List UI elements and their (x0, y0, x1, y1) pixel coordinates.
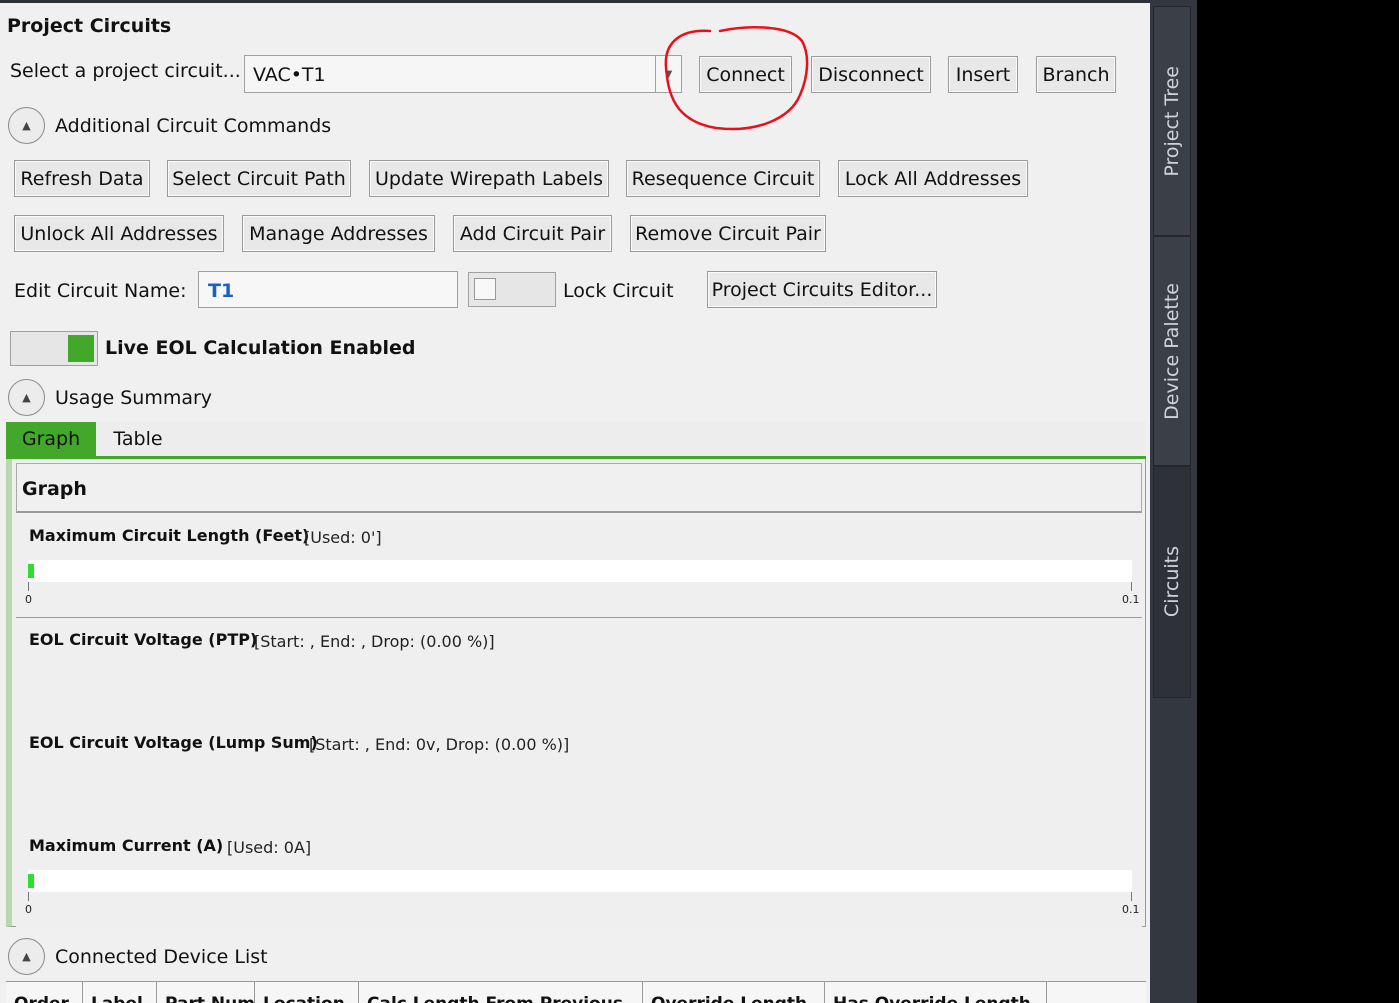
side-tab-project-tree[interactable]: Project Tree (1153, 6, 1191, 236)
side-tab-device-palette[interactable]: Device Palette (1153, 236, 1191, 466)
refresh-data-button[interactable]: Refresh Data (14, 160, 150, 197)
tab-table[interactable]: Table (106, 422, 170, 456)
column-header-has-override-length[interactable]: Has Override Length (825, 982, 1047, 1003)
disconnect-button[interactable]: Disconnect (811, 56, 931, 93)
usage-summary-label: Usage Summary (55, 387, 213, 409)
graph-panel: Graph Maximum Circuit Length (Feet) [Use… (6, 459, 1146, 928)
tick-max (1131, 582, 1132, 591)
manage-addresses-button[interactable]: Manage Addresses (242, 215, 435, 252)
tick-label-max: 0.1 (1122, 593, 1140, 606)
select-circuit-label: Select a project circuit... (10, 60, 241, 82)
section-info: [Used: 0'] (304, 528, 382, 547)
usage-summary-tabs: Graph Table (6, 422, 1146, 459)
max-current-section: Maximum Current (A) [Used: 0A] 0 0.1 (16, 824, 1142, 928)
usage-bar (28, 870, 1132, 892)
remove-circuit-pair-button[interactable]: Remove Circuit Pair (630, 215, 826, 252)
unlock-all-addresses-button[interactable]: Unlock All Addresses (14, 215, 224, 252)
collapse-connected-devices-button[interactable]: ▲ (8, 938, 45, 975)
graph-header: Graph (16, 463, 1142, 513)
section-info: [Start: , End: 0v, Drop: (0.00 %)] (309, 735, 570, 754)
chevron-up-icon: ▲ (22, 950, 31, 963)
add-circuit-pair-button[interactable]: Add Circuit Pair (453, 215, 612, 252)
column-header-calc-length[interactable]: Calc Length From Previous (359, 982, 643, 1003)
tick-min (28, 892, 29, 901)
section-title: EOL Circuit Voltage (Lump Sum) (29, 733, 318, 752)
circuit-name-value: T1 (208, 280, 235, 302)
connect-button[interactable]: Connect (699, 56, 792, 93)
device-list-header: Order Label Part Number Location Calc Le… (6, 981, 1146, 1003)
side-tab-circuits[interactable]: Circuits (1153, 466, 1191, 698)
chevron-up-icon: ▲ (22, 119, 31, 132)
side-tab-rail: Project Tree Device Palette Circuits (1150, 0, 1197, 1003)
update-wirepath-labels-button[interactable]: Update Wirepath Labels (369, 160, 609, 197)
circuit-select-value: VAC•T1 (253, 64, 326, 86)
panel-title: Project Circuits (7, 15, 172, 37)
column-header-location[interactable]: Location (255, 982, 359, 1003)
additional-commands-label: Additional Circuit Commands (55, 115, 332, 137)
collapse-additional-commands-button[interactable]: ▲ (8, 107, 45, 144)
lock-all-addresses-button[interactable]: Lock All Addresses (838, 160, 1028, 197)
eol-voltage-ptp-section: EOL Circuit Voltage (PTP) [Start: , End:… (16, 618, 1142, 722)
usage-bar-fill (28, 564, 34, 578)
column-header-override-length[interactable]: Override Length (643, 982, 825, 1003)
column-header-label[interactable]: Label (83, 982, 157, 1003)
tick-label-max: 0.1 (1122, 903, 1140, 916)
side-tab-label: Project Tree (1161, 65, 1183, 177)
max-circuit-length-section: Maximum Circuit Length (Feet) [Used: 0']… (16, 514, 1142, 618)
column-header-part-number[interactable]: Part Number (157, 982, 255, 1003)
resequence-circuit-button[interactable]: Resequence Circuit (626, 160, 820, 197)
lock-circuit-toggle[interactable] (468, 272, 556, 307)
tick-max (1131, 892, 1132, 901)
select-circuit-path-button[interactable]: Select Circuit Path (167, 160, 351, 197)
circuit-name-field[interactable]: T1 (198, 271, 458, 308)
lock-circuit-label: Lock Circuit (563, 280, 674, 302)
usage-bar-fill (28, 874, 34, 888)
eol-voltage-lump-section: EOL Circuit Voltage (Lump Sum) [Start: ,… (16, 721, 1142, 825)
usage-bar (28, 560, 1132, 582)
tick-label-min: 0 (25, 593, 32, 606)
toggle-knob (474, 278, 496, 300)
project-circuits-editor-button[interactable]: Project Circuits Editor... (707, 271, 937, 308)
circuit-select[interactable]: VAC•T1 ▼ (244, 55, 682, 93)
edit-circuit-name-label: Edit Circuit Name: (14, 280, 187, 302)
side-tab-label: Circuits (1161, 546, 1183, 618)
empty-background (1197, 0, 1399, 1003)
tick-min (28, 582, 29, 591)
side-tab-label: Device Palette (1161, 282, 1183, 420)
live-eol-toggle[interactable] (10, 331, 98, 366)
graph-title: Graph (22, 478, 87, 500)
branch-button[interactable]: Branch (1036, 56, 1116, 93)
project-circuits-panel: Project Circuits Select a project circui… (0, 0, 1150, 1003)
tick-label-min: 0 (25, 903, 32, 916)
chevron-up-icon: ▲ (22, 391, 31, 404)
collapse-usage-summary-button[interactable]: ▲ (8, 379, 45, 416)
toggle-knob (68, 335, 94, 362)
section-info: [Start: , End: , Drop: (0.00 %)] (254, 632, 495, 651)
live-eol-label: Live EOL Calculation Enabled (105, 337, 416, 359)
chevron-down-icon[interactable]: ▼ (655, 56, 681, 92)
column-header-order[interactable]: Order (6, 982, 83, 1003)
insert-button[interactable]: Insert (948, 56, 1018, 93)
connected-devices-label: Connected Device List (55, 946, 268, 968)
section-title: Maximum Circuit Length (Feet) (29, 526, 310, 545)
section-title: EOL Circuit Voltage (PTP) (29, 630, 258, 649)
section-title: Maximum Current (A) (29, 836, 224, 855)
tab-graph[interactable]: Graph (6, 422, 96, 456)
section-info: [Used: 0A] (227, 838, 312, 857)
